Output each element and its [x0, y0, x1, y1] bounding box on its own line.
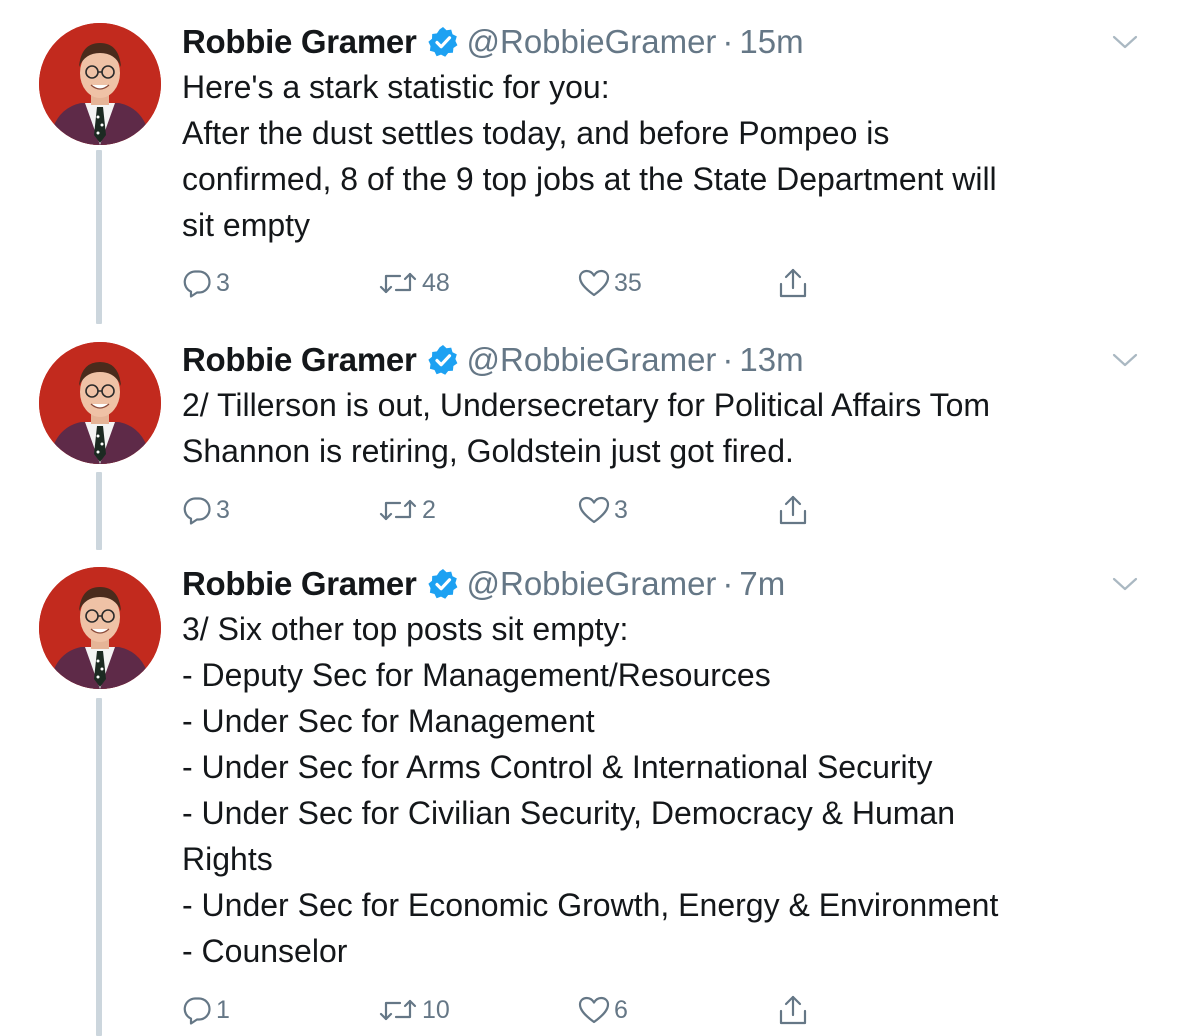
tweet-text-line: Shannon is retiring, Goldstein just got …: [182, 433, 794, 469]
author-name[interactable]: Robbie Gramer: [182, 341, 417, 379]
retweet-button[interactable]: 10: [378, 990, 450, 1030]
share-icon: [776, 266, 810, 300]
separator-dot: ·: [722, 341, 734, 378]
heart-icon: [578, 995, 610, 1025]
retweet-count: 2: [422, 495, 436, 524]
tweet-text-line: - Under Sec for Arms Control & Internati…: [182, 749, 933, 785]
share-icon: [776, 993, 810, 1027]
thread-connector: [96, 698, 102, 1036]
verified-badge-icon: [427, 344, 459, 376]
like-count: 3: [614, 495, 628, 524]
tweet-header: Robbie Gramer @RobbieGramer · 13m: [182, 338, 804, 382]
like-count: 35: [614, 268, 642, 297]
reply-button[interactable]: 3: [182, 263, 230, 303]
author-handle[interactable]: @RobbieGramer: [467, 23, 717, 61]
reply-button[interactable]: 1: [182, 990, 230, 1030]
retweet-button[interactable]: 2: [378, 490, 436, 530]
tweet-thread: Robbie Gramer @RobbieGramer · 15m Here's…: [0, 0, 1193, 1036]
chevron-down-icon[interactable]: [1112, 576, 1138, 592]
tweet-actions: 1 10 6: [182, 990, 822, 1030]
tweet-actions: 3 2 3: [182, 490, 822, 530]
tweet-text: 2/ Tillerson is out, Undersecretary for …: [182, 382, 1162, 474]
tweet-text-line: sit empty: [182, 207, 311, 243]
avatar[interactable]: [39, 23, 161, 145]
author-name[interactable]: Robbie Gramer: [182, 23, 417, 61]
retweet-icon: [378, 495, 418, 525]
tweet-text-line: 2/ Tillerson is out, Undersecretary for …: [182, 387, 991, 423]
tweet-text-line: confirmed, 8 of the 9 top jobs at the St…: [182, 161, 997, 197]
tweet-text-line: Rights: [182, 841, 273, 877]
tweet-text-line: - Under Sec for Civilian Security, Democ…: [182, 795, 955, 831]
tweet-header: Robbie Gramer @RobbieGramer · 7m: [182, 562, 785, 606]
verified-badge-icon: [427, 26, 459, 58]
tweet-actions: 3 48 35: [182, 263, 822, 303]
tweet-text-line: - Counselor: [182, 933, 348, 969]
reply-count: 3: [216, 268, 230, 297]
heart-icon: [578, 268, 610, 298]
tweet[interactable]: Robbie Gramer @RobbieGramer · 13m 2/ Til…: [0, 338, 1193, 550]
reply-icon: [182, 268, 212, 298]
author-handle[interactable]: @RobbieGramer: [467, 565, 717, 603]
reply-button[interactable]: 3: [182, 490, 230, 530]
verified-badge-icon: [427, 568, 459, 600]
chevron-down-icon[interactable]: [1112, 352, 1138, 368]
avatar[interactable]: [39, 567, 161, 689]
tweet-header: Robbie Gramer @RobbieGramer · 15m: [182, 20, 804, 64]
retweet-icon: [378, 268, 418, 298]
like-button[interactable]: 3: [578, 490, 628, 530]
timestamp[interactable]: 7m: [739, 565, 785, 603]
tweet-text: Here's a stark statistic for you: After …: [182, 64, 1162, 248]
separator-dot: ·: [722, 23, 734, 60]
timestamp[interactable]: 13m: [739, 341, 803, 379]
retweet-count: 10: [422, 995, 450, 1024]
reply-icon: [182, 995, 212, 1025]
chevron-down-icon[interactable]: [1112, 34, 1138, 50]
thread-connector: [96, 472, 102, 550]
share-button[interactable]: [776, 990, 810, 1030]
tweet-text: 3/ Six other top posts sit empty: - Depu…: [182, 606, 1162, 974]
reply-icon: [182, 495, 212, 525]
avatar[interactable]: [39, 342, 161, 464]
tweet-text-line: Here's a stark statistic for you:: [182, 69, 610, 105]
author-handle[interactable]: @RobbieGramer: [467, 341, 717, 379]
heart-icon: [578, 495, 610, 525]
tweet-text-line: After the dust settles today, and before…: [182, 115, 890, 151]
retweet-icon: [378, 995, 418, 1025]
share-icon: [776, 493, 810, 527]
thread-connector: [96, 150, 102, 324]
separator-dot: ·: [722, 565, 734, 602]
tweet[interactable]: Robbie Gramer @RobbieGramer · 15m Here's…: [0, 20, 1193, 324]
like-button[interactable]: 6: [578, 990, 628, 1030]
tweet-text-line: 3/ Six other top posts sit empty:: [182, 611, 629, 647]
tweet[interactable]: Robbie Gramer @RobbieGramer · 7m 3/ Six …: [0, 562, 1193, 1036]
tweet-text-line: - Deputy Sec for Management/Resources: [182, 657, 771, 693]
reply-count: 1: [216, 995, 230, 1024]
retweet-count: 48: [422, 268, 450, 297]
like-count: 6: [614, 995, 628, 1024]
share-button[interactable]: [776, 263, 810, 303]
reply-count: 3: [216, 495, 230, 524]
like-button[interactable]: 35: [578, 263, 642, 303]
share-button[interactable]: [776, 490, 810, 530]
timestamp[interactable]: 15m: [739, 23, 803, 61]
tweet-text-line: - Under Sec for Management: [182, 703, 595, 739]
retweet-button[interactable]: 48: [378, 263, 450, 303]
author-name[interactable]: Robbie Gramer: [182, 565, 417, 603]
tweet-text-line: - Under Sec for Economic Growth, Energy …: [182, 887, 999, 923]
